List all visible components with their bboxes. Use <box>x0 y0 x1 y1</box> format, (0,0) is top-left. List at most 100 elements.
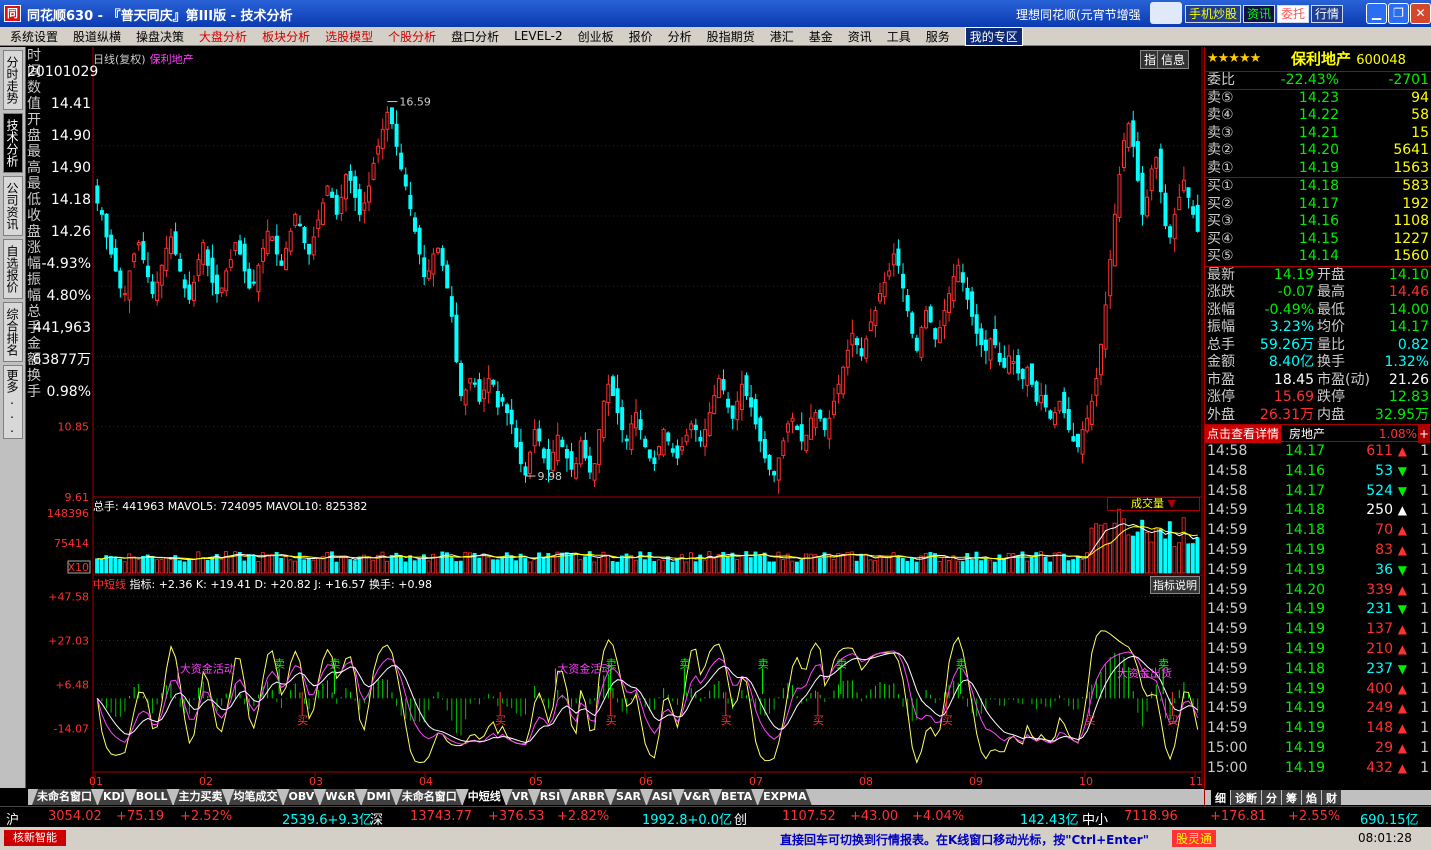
chart-area[interactable]: 9.61 10.85 16.59 9.98 148396 75414 X10 +47.58 +2… <box>0 47 1204 788</box>
indicator-tab-6[interactable]: W&R <box>320 789 360 805</box>
order-button[interactable]: 委托 <box>1277 5 1310 23</box>
close-icon[interactable]: ✕ <box>1410 3 1431 24</box>
candle-body <box>592 463 597 481</box>
candle-body <box>541 448 546 459</box>
indicator-tab-2[interactable]: BOLL <box>131 789 173 805</box>
menu-item-7[interactable]: 盘口分析 <box>451 28 499 45</box>
indicator-tab-14[interactable]: ASI <box>647 789 678 805</box>
bid-row[interactable]: 买② 14.17 192 <box>1205 196 1431 214</box>
menu-item-4[interactable]: 板块分析 <box>262 28 310 45</box>
right-tab-2[interactable]: 分 <box>1262 790 1281 805</box>
menu-item-13[interactable]: 港汇 <box>770 28 794 45</box>
candle-body <box>703 429 708 447</box>
candle-body <box>150 281 155 295</box>
news-button[interactable]: 资讯 <box>1243 5 1276 23</box>
menu-item-12[interactable]: 股指期货 <box>707 28 755 45</box>
tick-price: 14.19 <box>1285 680 1326 697</box>
right-tab-4[interactable]: 焰 <box>1302 790 1321 805</box>
stock-link-button[interactable]: 股灵通 <box>1172 830 1217 847</box>
indicator-tab-4[interactable]: 均笔成交 <box>229 789 283 805</box>
candle-body <box>127 270 132 301</box>
menu-item-2[interactable]: 操盘决策 <box>136 28 184 45</box>
indicator-tab-5[interactable]: OBV <box>284 789 320 805</box>
tick-list[interactable]: 14:58 14.17 611 ▲ 1 14:58 14.16 53 ▼ 1 14:… <box>1205 442 1431 779</box>
menu-item-0[interactable]: 系统设置 <box>10 28 58 45</box>
bid-row[interactable]: 买① 14.18 583 <box>1205 178 1431 196</box>
minimize-icon[interactable]: ▁ <box>1366 3 1387 24</box>
menu-item-9[interactable]: 创业板 <box>578 28 614 45</box>
ask-row[interactable]: 卖⑤ 14.23 94 <box>1205 90 1431 108</box>
weibi-diff: -2701 <box>1388 72 1429 88</box>
sector-expand-icon[interactable]: + <box>1418 425 1430 443</box>
ask-row[interactable]: 卖① 14.19 1563 <box>1205 160 1431 178</box>
quote-button[interactable]: 行情 <box>1311 5 1344 23</box>
volume-bar <box>707 551 712 574</box>
indicator-tab-15[interactable]: V&R <box>678 789 715 805</box>
candle-body <box>574 463 579 479</box>
right-tab-3[interactable]: 筹 <box>1282 790 1301 805</box>
indicator-tab-12[interactable]: ARBR <box>566 789 610 805</box>
indicator-tab-9[interactable]: 中短线 <box>463 789 506 805</box>
vol-tick-label: 75414 <box>54 537 89 550</box>
data-value-1: 14.41 <box>50 96 91 112</box>
indicator-tab-17[interactable]: EXPMA <box>758 789 812 805</box>
candle-body <box>601 400 606 439</box>
bid-row[interactable]: 买④ 14.15 1227 <box>1205 231 1431 249</box>
menu-item-10[interactable]: 报价 <box>629 28 653 45</box>
right-tab-5[interactable]: 财 <box>1322 790 1341 805</box>
stat-value-2: 0.82 <box>1397 336 1429 353</box>
candle-body <box>1089 400 1094 425</box>
indicator-tab-0[interactable]: 未命名窗口 <box>32 789 97 805</box>
candle-body <box>399 152 404 170</box>
indicator-help-button[interactable]: 指标说明 <box>1150 576 1200 594</box>
volume-selector[interactable]: 成交量 ▼ <box>1107 497 1200 511</box>
my-zone-button[interactable]: 我的专区 <box>964 26 1023 46</box>
indicator-tab-16[interactable]: BETA <box>716 789 757 805</box>
menu-item-14[interactable]: 基金 <box>809 28 833 45</box>
candle-body <box>919 327 924 358</box>
indicator-tab-13[interactable]: SAR <box>611 789 646 805</box>
menu-item-15[interactable]: 资讯 <box>848 28 872 45</box>
indicator-tab-3[interactable]: 主力买卖 <box>174 789 228 805</box>
arrow-up-icon: ▲ <box>1397 740 1407 755</box>
candle-body <box>1191 206 1196 215</box>
restore-icon[interactable]: ❐ <box>1388 3 1409 24</box>
kline-chart-svg[interactable]: 9.61 10.85 16.59 9.98 148396 75414 X10 +47.58 +2… <box>0 47 1204 788</box>
candle-body <box>868 321 873 332</box>
indicator-tab-11[interactable]: RSI <box>535 789 566 805</box>
index-status-bar: 沪 3054.02 +75.19 +2.52% 2539.6+9.3亿 深 13… <box>0 806 1431 828</box>
bid-row[interactable]: 买③ 14.16 1108 <box>1205 213 1431 231</box>
sector-detail-link[interactable]: 点击查看详情 <box>1205 425 1282 443</box>
ask-row[interactable]: 卖② 14.20 5641 <box>1205 142 1431 160</box>
stat-label: 金额 <box>1207 354 1235 370</box>
menu-item-17[interactable]: 服务 <box>926 28 950 45</box>
indicator-tab-8[interactable]: 未命名窗口 <box>397 789 462 805</box>
ask-row[interactable]: 卖③ 14.21 15 <box>1205 125 1431 143</box>
menu-item-1[interactable]: 股道纵横 <box>73 28 121 45</box>
candle-body <box>518 441 523 465</box>
cy-index: 1107.52 <box>782 809 836 824</box>
ask-row[interactable]: 卖④ 14.22 58 <box>1205 107 1431 125</box>
mobile-trade-button[interactable]: 手机炒股 <box>1185 5 1242 23</box>
bid-row[interactable]: 买⑤ 14.14 1560 <box>1205 248 1431 266</box>
right-tab-1[interactable]: 诊断 <box>1231 790 1261 805</box>
menu-item-3[interactable]: 大盘分析 <box>199 28 247 45</box>
tick-row: 14:59 14.19 148 ▲ 1 <box>1205 719 1431 739</box>
menu-item-8[interactable]: LEVEL-2 <box>514 29 563 43</box>
menu-item-6[interactable]: 个股分析 <box>388 28 436 45</box>
info-button[interactable]: 信息 <box>1157 50 1190 69</box>
volume-bar <box>652 561 657 574</box>
menu-item-5[interactable]: 选股模型 <box>325 28 373 45</box>
candle-body <box>302 227 307 244</box>
arrow-up-icon: ▲ <box>1397 582 1407 597</box>
volume-bar <box>615 561 620 574</box>
promo-icon[interactable] <box>1150 2 1182 24</box>
volume-bar <box>251 554 256 574</box>
candle-body <box>675 445 680 459</box>
indicator-tab-7[interactable]: DMI <box>362 789 396 805</box>
menu-item-11[interactable]: 分析 <box>668 28 692 45</box>
menu-item-16[interactable]: 工具 <box>887 28 911 45</box>
indicator-tab-1[interactable]: KDJ <box>98 789 130 805</box>
right-tab-0[interactable]: 细 <box>1211 790 1230 805</box>
indicator-tab-10[interactable]: VR <box>507 789 534 805</box>
